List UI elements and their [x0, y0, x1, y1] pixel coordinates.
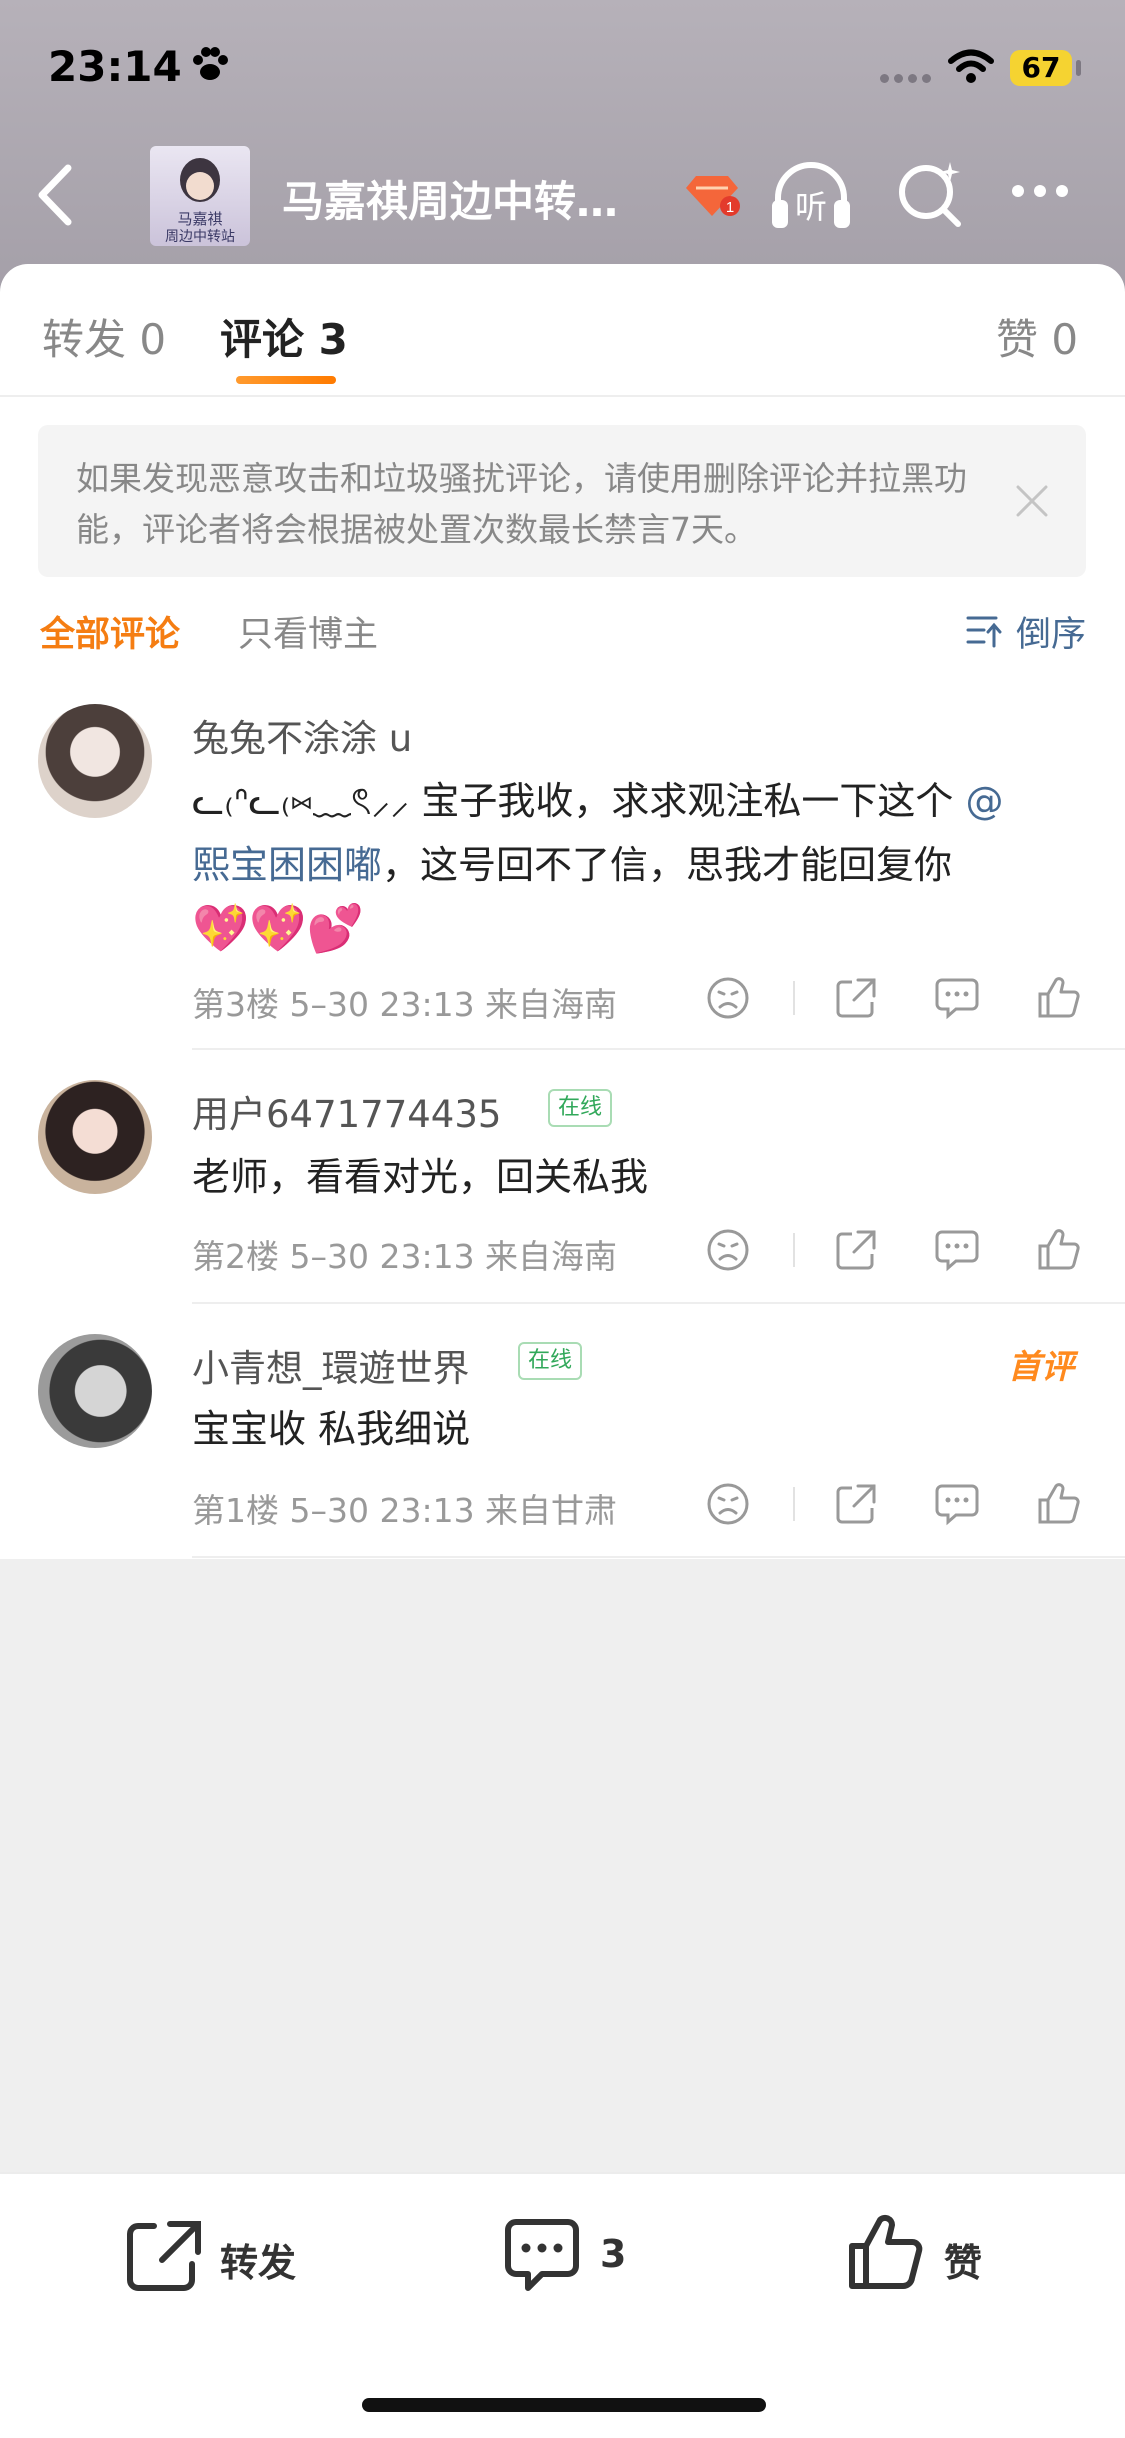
dislike-icon[interactable]: [706, 1228, 750, 1272]
share-icon[interactable]: [834, 976, 878, 1020]
notice-text: 如果发现恶意攻击和垃圾骚扰评论，请使用删除评论并拉黑功能，评论者将会根据被处置次…: [76, 459, 967, 549]
tab-comments[interactable]: 评论 3: [220, 306, 348, 367]
heart-emoji: 💖💖💕: [192, 901, 364, 955]
mention-link[interactable]: 熙宝困困嘟: [192, 843, 382, 887]
mention-link[interactable]: @: [965, 779, 1003, 823]
active-tab-underline: [236, 376, 336, 384]
action-divider: [793, 1233, 795, 1267]
like-icon[interactable]: [846, 2212, 926, 2292]
like-label[interactable]: 赞: [944, 2232, 982, 2287]
comment-icon[interactable]: [502, 2216, 582, 2296]
comment-text-line2: 熙宝困困嘟，这号回不了信，思我才能回复你: [192, 843, 953, 887]
comment-divider: [192, 1302, 1125, 1304]
comment-divider: [192, 1556, 1125, 1558]
avatar[interactable]: [38, 1334, 152, 1448]
comment-meta: 第1楼 5–30 23:13 来自甘肃: [192, 1491, 618, 1530]
reply-icon[interactable]: [934, 976, 980, 1020]
repost-label[interactable]: 转发: [220, 2232, 296, 2287]
online-badge: 在线: [518, 1342, 583, 1380]
share-icon[interactable]: [834, 1228, 878, 1272]
diamond-badge-icon[interactable]: 1: [686, 172, 742, 220]
action-divider: [793, 981, 795, 1015]
comment-meta: 第2楼 5–30 23:13 来自海南: [192, 1237, 618, 1276]
tab-divider: [0, 395, 1125, 397]
comment-text: 宝宝收 私我细说: [192, 1407, 471, 1451]
more-options-icon[interactable]: [1012, 182, 1078, 201]
sort-icon: [966, 616, 1002, 648]
avatar[interactable]: [38, 1080, 152, 1194]
action-divider: [793, 1487, 795, 1521]
close-icon[interactable]: [1014, 483, 1050, 519]
comment-meta: 第3楼 5–30 23:13 来自海南: [192, 985, 618, 1024]
repost-icon[interactable]: [124, 2218, 204, 2294]
comment-text: 老师，看看对光，回关私我: [192, 1155, 649, 1199]
account-avatar[interactable]: 马嘉祺 周边中转站: [150, 146, 250, 246]
svg-text:听: 听: [795, 188, 827, 226]
wifi-icon: [948, 49, 994, 83]
online-badge: 在线: [548, 1089, 613, 1127]
filter-all-comments[interactable]: 全部评论: [40, 606, 180, 657]
like-icon[interactable]: [1036, 1226, 1082, 1272]
back-icon[interactable]: [30, 160, 80, 230]
first-comment-tag: 首评: [1008, 1347, 1074, 1386]
tab-likes[interactable]: 赞 0: [996, 306, 1078, 367]
comment-username[interactable]: 小青想_環遊世界: [192, 1338, 470, 1392]
share-icon[interactable]: [834, 1482, 878, 1526]
page-title[interactable]: 马嘉祺周边中转…: [282, 168, 618, 229]
comment-username[interactable]: 用户6471774435: [192, 1084, 501, 1138]
status-time: 23:14: [48, 42, 182, 91]
tab-reposts[interactable]: 转发 0: [42, 306, 166, 367]
search-icon[interactable]: [896, 158, 966, 230]
reply-icon[interactable]: [934, 1482, 980, 1526]
like-icon[interactable]: [1036, 974, 1082, 1020]
paw-icon: [193, 47, 228, 80]
reply-icon[interactable]: [934, 1228, 980, 1272]
battery-cap: [1076, 60, 1081, 76]
dislike-icon[interactable]: [706, 976, 750, 1020]
home-indicator: [362, 2398, 766, 2412]
notice-banner: 如果发现恶意攻击和垃圾骚扰评论，请使用删除评论并拉黑功能，评论者将会根据被处置次…: [38, 425, 1086, 577]
comment-count[interactable]: 3: [600, 2232, 626, 2276]
sort-label: 倒序: [1016, 615, 1087, 655]
comment-divider: [192, 1048, 1125, 1050]
comment-text: ᓚ₍ᐢᓚ₍⑅﹏ৎ⸝⸝ 宝子我收，求求观注私一下这个 @: [192, 779, 1004, 823]
avatar[interactable]: [38, 704, 152, 818]
signal-icon: [880, 68, 936, 87]
like-icon[interactable]: [1036, 1480, 1082, 1526]
comment-username[interactable]: 兔兔不涂涂 u: [192, 708, 412, 762]
dislike-icon[interactable]: [706, 1482, 750, 1526]
filter-host-only[interactable]: 只看博主: [238, 606, 378, 657]
headphones-listen-icon[interactable]: 听: [768, 158, 854, 234]
svg-text:1: 1: [726, 199, 734, 216]
battery-indicator: 67: [1010, 50, 1072, 86]
